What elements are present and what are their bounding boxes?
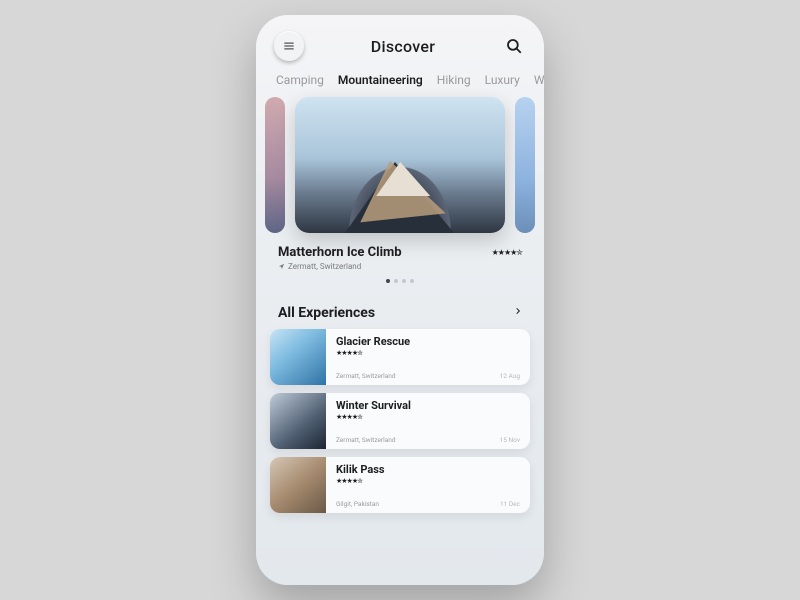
list-item-date: 12 Aug xyxy=(500,372,520,380)
dot[interactable] xyxy=(410,279,414,283)
chevron-right-icon xyxy=(514,305,522,317)
tab-camping[interactable]: Camping xyxy=(276,73,324,87)
section-header: All Experiences xyxy=(256,287,544,329)
hero-title: Matterhorn Ice Climb xyxy=(278,245,402,260)
list-item-title: Glacier Rescue xyxy=(336,335,520,348)
hero-next-card[interactable] xyxy=(515,97,535,233)
list-item[interactable]: Winter Survival ★★★★✮ Zermatt, Switzerla… xyxy=(270,393,530,449)
tab-luxury[interactable]: Luxury xyxy=(485,73,520,87)
top-bar: Discover xyxy=(256,15,544,71)
list-item-date: 11 Dec xyxy=(500,500,520,508)
list-item[interactable]: Kilik Pass ★★★★✮ Gilgit, Pakistan 11 Dec xyxy=(270,457,530,513)
list-item-location: Gilgit, Pakistan xyxy=(336,500,379,508)
list-item-thumb xyxy=(270,457,326,513)
list-item-location: Zermatt, Switzerland xyxy=(336,372,396,380)
tab-mountaineering[interactable]: Mountaineering xyxy=(338,73,423,87)
list-item-title: Kilik Pass xyxy=(336,463,520,476)
list-item-date: 15 Nov xyxy=(500,436,520,444)
phone-frame: Discover Camping Mountaineering Hiking L… xyxy=(256,15,544,585)
list-item-title: Winter Survival xyxy=(336,399,520,412)
hero-carousel[interactable] xyxy=(256,97,544,239)
search-button[interactable] xyxy=(502,34,526,58)
tab-hiking[interactable]: Hiking xyxy=(437,73,471,87)
dot[interactable] xyxy=(394,279,398,283)
hero-rating: ★★★★✮ xyxy=(492,248,522,257)
list-item[interactable]: Glacier Rescue ★★★★✮ Zermatt, Switzerlan… xyxy=(270,329,530,385)
tab-more[interactable]: W xyxy=(534,73,544,87)
hero-prev-card[interactable] xyxy=(265,97,285,233)
carousel-dots xyxy=(278,279,522,283)
hero-meta: Matterhorn Ice Climb ★★★★✮ Zermatt, Swit… xyxy=(256,245,544,287)
menu-button[interactable] xyxy=(274,31,304,61)
experience-list: Glacier Rescue ★★★★✮ Zermatt, Switzerlan… xyxy=(256,329,544,513)
hamburger-icon xyxy=(282,39,296,53)
category-tabs: Camping Mountaineering Hiking Luxury W xyxy=(256,71,544,97)
list-item-rating: ★★★★✮ xyxy=(336,477,520,485)
location-arrow-icon xyxy=(278,263,285,270)
list-item-thumb xyxy=(270,329,326,385)
dot[interactable] xyxy=(402,279,406,283)
page-title: Discover xyxy=(371,37,436,56)
list-item-rating: ★★★★✮ xyxy=(336,413,520,421)
hero-card[interactable] xyxy=(295,97,505,233)
search-icon xyxy=(505,37,523,55)
section-title: All Experiences xyxy=(278,305,375,321)
section-more-button[interactable] xyxy=(514,305,522,321)
list-item-rating: ★★★★✮ xyxy=(336,349,520,357)
dot[interactable] xyxy=(386,279,390,283)
hero-location: Zermatt, Switzerland xyxy=(278,262,522,271)
hero-image xyxy=(295,97,505,233)
list-item-location: Zermatt, Switzerland xyxy=(336,436,396,444)
list-item-thumb xyxy=(270,393,326,449)
